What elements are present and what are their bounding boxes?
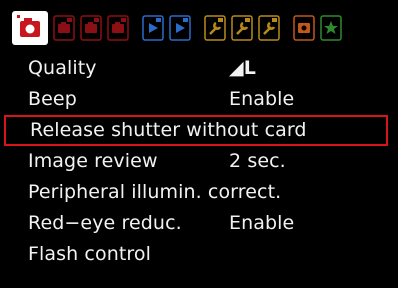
menu-item-label: Flash control bbox=[28, 243, 151, 265]
wrench-icon bbox=[204, 15, 226, 41]
camera-icon bbox=[107, 15, 129, 41]
camera-menu-screen: Quality ◢L Beep Enable Release shutter w… bbox=[0, 0, 398, 288]
menu-item-quality[interactable]: Quality ◢L bbox=[18, 53, 382, 84]
tab-my-menu[interactable] bbox=[320, 15, 342, 41]
menu-item-label: Peripheral illumin. correct. bbox=[28, 181, 282, 203]
menu-item-label: Quality bbox=[28, 57, 97, 79]
menu-item-label: Release shutter without card bbox=[30, 119, 307, 141]
menu-item-red-eye-reduc[interactable]: Red−eye reduc. Enable bbox=[18, 208, 382, 239]
tab-shooting-menu-2[interactable] bbox=[53, 15, 75, 41]
tab-setup-menu-3[interactable] bbox=[258, 15, 280, 41]
menu-item-label: Beep bbox=[28, 88, 77, 110]
tab-setup-menu-2[interactable] bbox=[231, 15, 253, 41]
menu-item-image-review[interactable]: Image review 2 sec. bbox=[18, 146, 382, 177]
camera-icon bbox=[80, 15, 102, 41]
menu-item-label: Image review bbox=[28, 150, 158, 172]
menu-item-value: Enable bbox=[229, 212, 295, 234]
tab-playback-menu-1[interactable] bbox=[142, 15, 164, 41]
menu-tab-bar bbox=[12, 11, 386, 45]
menu-item-peripheral-illumin-correct[interactable]: Peripheral illumin. correct. bbox=[18, 177, 382, 208]
menu-list: Quality ◢L Beep Enable Release shutter w… bbox=[4, 53, 388, 270]
tab-shooting-menu-1[interactable] bbox=[12, 11, 48, 45]
menu-item-flash-control[interactable]: Flash control bbox=[18, 239, 382, 270]
menu-item-beep[interactable]: Beep Enable bbox=[18, 84, 382, 115]
tab-shooting-menu-3[interactable] bbox=[80, 15, 102, 41]
star-icon bbox=[320, 15, 342, 41]
wrench-icon bbox=[258, 15, 280, 41]
camera-icon bbox=[17, 15, 40, 37]
menu-item-value: 2 sec. bbox=[229, 150, 286, 172]
playback-icon bbox=[169, 15, 191, 41]
menu-item-value: Enable bbox=[229, 88, 295, 110]
tab-custom-functions[interactable] bbox=[293, 15, 315, 41]
wrench-icon bbox=[231, 15, 253, 41]
tab-playback-menu-2[interactable] bbox=[169, 15, 191, 41]
tab-setup-menu-1[interactable] bbox=[204, 15, 226, 41]
menu-item-label: Red−eye reduc. bbox=[28, 212, 182, 234]
menu-item-value: ◢L bbox=[229, 57, 256, 79]
camera-icon bbox=[53, 15, 75, 41]
custom-functions-icon bbox=[293, 15, 315, 41]
menu-item-release-shutter-without-card[interactable]: Release shutter without card bbox=[4, 115, 388, 146]
tab-shooting-menu-4[interactable] bbox=[107, 15, 129, 41]
playback-icon bbox=[142, 15, 164, 41]
